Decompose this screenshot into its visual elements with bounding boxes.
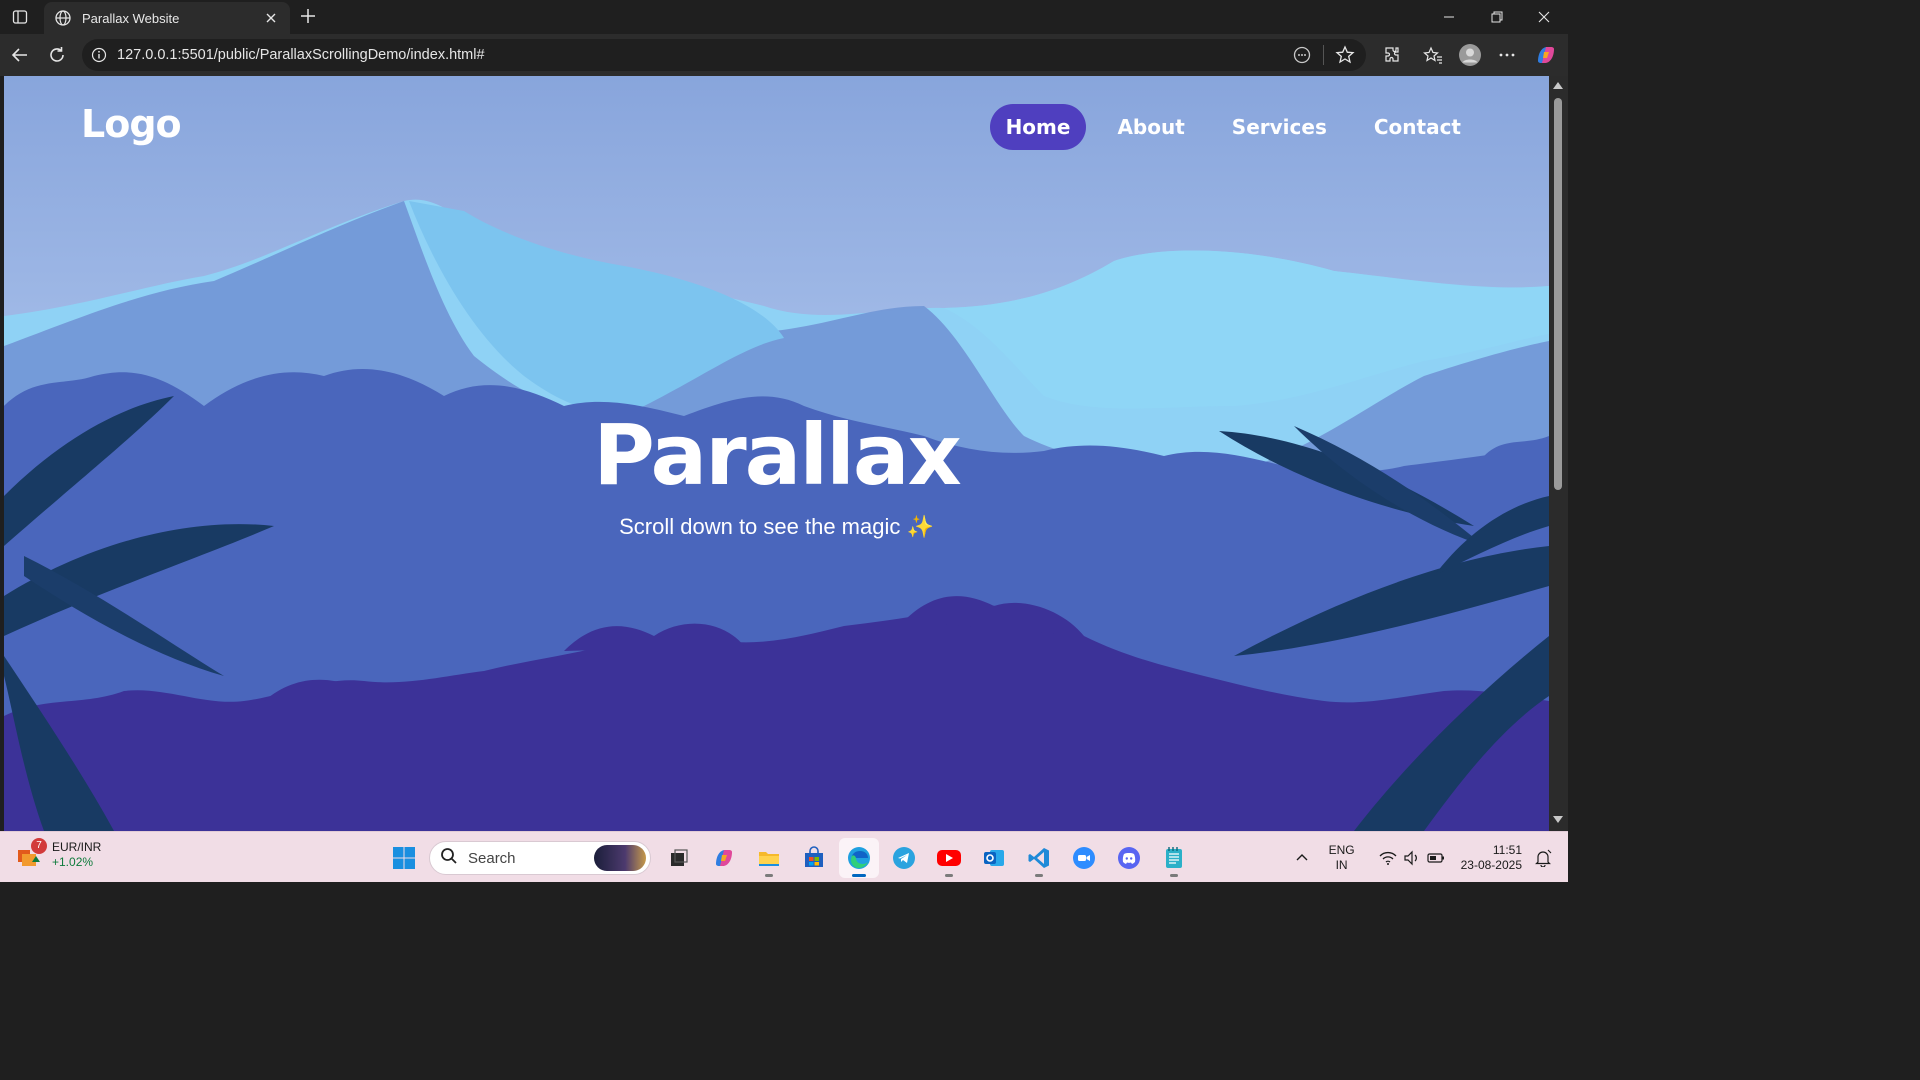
start-button[interactable]: [384, 838, 424, 878]
telegram-icon[interactable]: [884, 838, 924, 878]
scroll-up-arrow-icon[interactable]: [1553, 82, 1563, 89]
copilot-app-icon[interactable]: [704, 838, 744, 878]
back-icon[interactable]: [8, 43, 32, 67]
search-highlight-image: [594, 845, 646, 871]
task-view-icon[interactable]: [659, 838, 699, 878]
volume-icon[interactable]: [1401, 847, 1423, 869]
active-indicator: [852, 874, 866, 877]
running-indicator: [765, 874, 773, 877]
sidebar-toggle-icon[interactable]: [8, 6, 32, 28]
nav-link-home[interactable]: Home: [989, 104, 1087, 150]
favorites-icon[interactable]: [1420, 42, 1446, 68]
hero-subtitle: Scroll down to see the magic ✨: [619, 514, 934, 539]
nav-menu: Home About Services Contact: [975, 104, 1477, 150]
ticker-change: +1.02%: [52, 855, 94, 869]
page-scrollbar[interactable]: [1549, 76, 1568, 831]
nav-link-services[interactable]: Services: [1216, 104, 1343, 150]
site-info-icon[interactable]: [91, 47, 107, 63]
windows-taskbar: 7 EUR/INR +1.02% Search ENG IN 11:51 23-…: [0, 831, 1568, 882]
close-tab-icon[interactable]: [262, 9, 280, 27]
hero-title: Parallax: [593, 406, 962, 504]
browser-tab-active[interactable]: Parallax Website: [44, 2, 290, 34]
ticker-symbol: EUR/INR: [52, 840, 102, 854]
tab-title: Parallax Website: [82, 10, 180, 26]
notepad-icon[interactable]: [1154, 838, 1194, 878]
restore-icon[interactable]: [1474, 0, 1520, 34]
taskbar-apps: Search: [384, 838, 1199, 878]
address-divider: [1323, 45, 1324, 65]
reading-mode-icon[interactable]: [1287, 40, 1317, 70]
copilot-icon[interactable]: [1533, 42, 1559, 68]
file-explorer-icon[interactable]: [749, 838, 789, 878]
system-tray: ENG IN 11:51 23-08-2025: [1289, 836, 1554, 880]
stock-widget[interactable]: 7 EUR/INR +1.02%: [14, 838, 101, 870]
profile-avatar-icon[interactable]: [1457, 42, 1483, 68]
stock-ticker: EUR/INR +1.02%: [52, 840, 101, 870]
notifications-bell-icon[interactable]: [1532, 847, 1554, 869]
address-bar[interactable]: 127.0.0.1:5501/public/ParallaxScrollingD…: [82, 39, 1366, 71]
site-logo[interactable]: Logo: [81, 102, 182, 146]
clock-date: 23-08-2025: [1460, 858, 1522, 872]
discord-icon[interactable]: [1109, 838, 1149, 878]
language-code: ENG: [1328, 843, 1355, 857]
running-indicator: [1170, 874, 1178, 877]
page-viewport: Logo Home About Services Contact Paralla…: [4, 76, 1549, 831]
search-icon: [440, 847, 458, 870]
nav-link-about[interactable]: About: [1101, 104, 1200, 150]
running-indicator: [1035, 874, 1043, 877]
microsoft-store-icon[interactable]: [794, 838, 834, 878]
edge-browser-icon[interactable]: [839, 838, 879, 878]
browser-tab-bar: Parallax Website: [0, 0, 1568, 34]
region-code: IN: [1335, 858, 1348, 872]
new-tab-icon[interactable]: [297, 5, 319, 27]
globe-icon: [54, 9, 72, 27]
url-text[interactable]: 127.0.0.1:5501/public/ParallaxScrollingD…: [117, 47, 1287, 63]
favorite-star-icon[interactable]: [1330, 40, 1360, 70]
youtube-icon[interactable]: [929, 838, 969, 878]
battery-icon[interactable]: [1425, 847, 1447, 869]
clock[interactable]: 11:51 23-08-2025: [1461, 843, 1522, 873]
scrollbar-thumb[interactable]: [1554, 98, 1562, 490]
taskbar-search-box[interactable]: Search: [429, 841, 651, 875]
extensions-icon[interactable]: [1379, 42, 1405, 68]
search-placeholder: Search: [468, 849, 516, 867]
vscode-icon[interactable]: [1019, 838, 1059, 878]
close-window-icon[interactable]: [1521, 0, 1567, 34]
show-hidden-icons-chevron-icon[interactable]: [1291, 847, 1313, 869]
notification-badge: 7: [31, 838, 47, 854]
site-navbar: Logo Home About Services Contact: [4, 76, 1549, 180]
scroll-down-arrow-icon[interactable]: [1553, 816, 1563, 823]
browser-toolbar: 127.0.0.1:5501/public/ParallaxScrollingD…: [0, 34, 1568, 76]
language-indicator[interactable]: ENG IN: [1329, 843, 1355, 873]
wifi-icon[interactable]: [1377, 847, 1399, 869]
nav-link-contact[interactable]: Contact: [1358, 104, 1477, 150]
more-menu-icon[interactable]: [1494, 42, 1520, 68]
zoom-icon[interactable]: [1064, 838, 1104, 878]
clock-time: 11:51: [1492, 843, 1522, 857]
reload-icon[interactable]: [45, 43, 69, 67]
running-indicator: [945, 874, 953, 877]
minimize-icon[interactable]: [1426, 0, 1472, 34]
outlook-icon[interactable]: [974, 838, 1014, 878]
stock-widget-icon: 7: [14, 838, 47, 870]
